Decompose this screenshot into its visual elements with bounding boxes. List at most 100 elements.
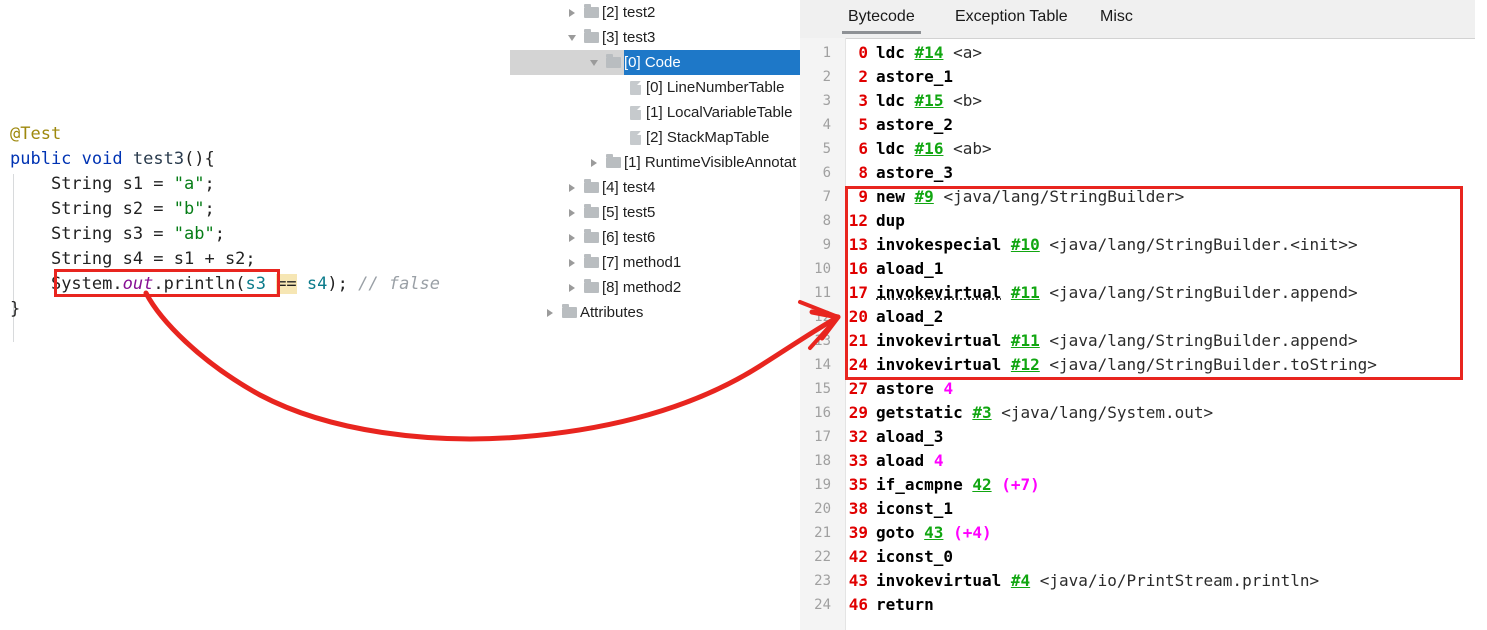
bytecode-token [1001,355,1011,374]
bytecode-instruction: return [868,593,934,617]
bytecode-row[interactable]: 20 38 iconst_1 [800,497,1487,521]
chevron-down-icon[interactable] [586,50,602,75]
code-line: @Test [10,122,440,147]
bytecode-row[interactable]: 18 33 aload 4 [800,449,1487,473]
bytecode-row[interactable]: 22 42 iconst_0 [800,545,1487,569]
bytecode-row[interactable]: 14 24 invokevirtual #12 <java/lang/StringB… [800,353,1487,377]
tab-misc[interactable]: Misc [1090,0,1143,38]
code-editor-panel[interactable]: @Test public void test3(){ String s1 = "a… [0,0,510,630]
chevron-right-icon[interactable] [564,225,580,250]
tree-item-8-method2[interactable]: [8] method2 [510,275,800,300]
tree-list[interactable]: [2] test2 [3] test3 [0] Code [0] LineNumber… [510,0,800,325]
tree-item-4-test4[interactable]: [4] test4 [510,175,800,200]
code-token: "b" [173,199,205,219]
bytecode-token[interactable]: #3 [972,403,991,422]
code-token: public [10,149,72,169]
chevron-right-icon[interactable] [564,175,580,200]
bytecode-token[interactable]: #12 [1011,355,1040,374]
bytecode-offset: 43 [848,571,868,590]
bytecode-row[interactable]: 24 46 return [800,593,1487,617]
bytecode-offset: 42 [848,547,868,566]
code-token: ; [204,174,215,194]
chevron-right-icon[interactable] [542,300,558,325]
tree-item-label: [1] LocalVariableTable [646,104,793,121]
tab-exception-table[interactable]: Exception Table [945,0,1078,38]
bytecode-token[interactable]: #9 [915,187,934,206]
tree-item-3-test3[interactable]: [3] test3 [510,25,800,50]
class-structure-tree[interactable]: [2] test2 [3] test3 [0] Code [0] LineNumber… [510,0,800,630]
bytecode-instruction: if_acmpne 42 (+7) [868,473,1040,497]
bytecode-row[interactable]: 11 17 invokevirtual #11 <java/lang/StringB… [800,281,1487,305]
bytecode-row[interactable]: 5 6 ldc #16 <ab> [800,137,1487,161]
bytecode-token[interactable]: #4 [1011,571,1030,590]
bytecode-row[interactable]: 12 20 aload_2 [800,305,1487,329]
bytecode-row[interactable]: 2 2 astore_1 [800,65,1487,89]
tab-bytecode[interactable]: Bytecode [838,0,925,38]
chevron-right-icon[interactable] [564,250,580,275]
tree-item-1-runtimevisibleannotat[interactable]: [1] RuntimeVisibleAnnotat [510,150,800,175]
tree-item-0-code[interactable]: [0] Code [510,50,800,75]
document-icon [624,75,646,100]
bytecode-row[interactable]: 23 43 invokevirtual #4 <java/io/PrintStrea… [800,569,1487,593]
bytecode-token[interactable]: #14 [915,43,944,62]
tree-item-attributes[interactable]: Attributes [510,300,800,325]
bytecode-row[interactable]: 15 27 astore 4 [800,377,1487,401]
chevron-right-icon[interactable] [586,150,602,175]
bytecode-row[interactable]: 17 32 aload_3 [800,425,1487,449]
bytecode-panel[interactable]: Bytecode Exception Table Misc 1 0 ldc #14 … [800,0,1487,630]
source-code-text[interactable]: @Test public void test3(){ String s1 = "a… [10,122,440,322]
chevron-right-icon[interactable] [564,275,580,300]
bytecode-row[interactable]: 8 12 dup [800,209,1487,233]
bytecode-token [924,451,934,470]
bytecode-token[interactable]: 42 [972,475,991,494]
bytecode-row[interactable]: 21 39 goto 43 (+4) [800,521,1487,545]
bytecode-token[interactable]: #11 [1011,331,1040,350]
tree-item-1-localvariabletable[interactable]: [1] LocalVariableTable [510,100,800,125]
bytecode-instruction: goto 43 (+4) [868,521,992,545]
bytecode-token: aload_1 [876,259,944,278]
bytecode-token: return [876,595,934,614]
tree-item-2-stackmaptable[interactable]: [2] StackMapTable [510,125,800,150]
chevron-down-icon[interactable] [564,25,580,50]
bytecode-token: dup [876,211,905,230]
tree-item-6-test6[interactable]: [6] test6 [510,225,800,250]
bytecode-token[interactable]: #15 [915,91,944,110]
bytecode-row[interactable]: 3 3 ldc #15 <b> [800,89,1487,113]
bytecode-token: if_acmpne [876,475,963,494]
bytecode-token: 4 [943,379,954,398]
tree-item-7-method1[interactable]: [7] method1 [510,250,800,275]
tree-item-5-test5[interactable]: [5] test5 [510,200,800,225]
bytecode-instruction-list[interactable]: 1 0 ldc #14 <a> 2 2 astore_1 3 3 ldc #15 <b> 4 5 as… [800,41,1487,630]
bytecode-instruction: new #9 <java/lang/StringBuilder> [868,185,1184,209]
bytecode-row[interactable]: 1 0 ldc #14 <a> [800,41,1487,65]
bytecode-row[interactable]: 19 35 if_acmpne 42 (+7) [800,473,1487,497]
chevron-right-icon[interactable] [564,200,580,225]
bytecode-offset: 29 [848,403,868,422]
tree-item-2-test2[interactable]: [2] test2 [510,0,800,25]
bytecode-offset: 24 [848,355,868,374]
bytecode-token: invokevirtual [876,355,1002,374]
bytecode-token[interactable]: 43 [924,523,943,542]
bytecode-token: aload_3 [876,427,944,446]
bytecode-row[interactable]: 9 13 invokespecial #10 <java/lang/StringBu… [800,233,1487,257]
chevron-right-icon[interactable] [564,0,580,25]
bytecode-token[interactable]: #10 [1011,235,1040,254]
bytecode-row[interactable]: 10 16 aload_1 [800,257,1487,281]
bytecode-row[interactable]: 7 9 new #9 <java/lang/StringBuilder> [800,185,1487,209]
bytecode-row[interactable]: 6 8 astore_3 [800,161,1487,185]
bytecode-token[interactable]: #16 [915,139,944,158]
bytecode-token: astore [876,379,934,398]
bytecode-row[interactable]: 13 21 invokevirtual #11 <java/lang/StringB… [800,329,1487,353]
code-token: String s2 = [50,199,174,219]
bytecode-row[interactable]: 4 5 astore_2 [800,113,1487,137]
bytecode-token: 4 [933,451,944,470]
bytecode-instruction: ldc #14 <a> [868,41,982,65]
tree-item-0-linenumbertable[interactable]: [0] LineNumberTable [510,75,800,100]
bytecode-token [963,475,973,494]
bytecode-token[interactable]: #11 [1011,283,1040,302]
bytecode-row[interactable]: 16 29 getstatic #3 <java/lang/System.out> [800,401,1487,425]
